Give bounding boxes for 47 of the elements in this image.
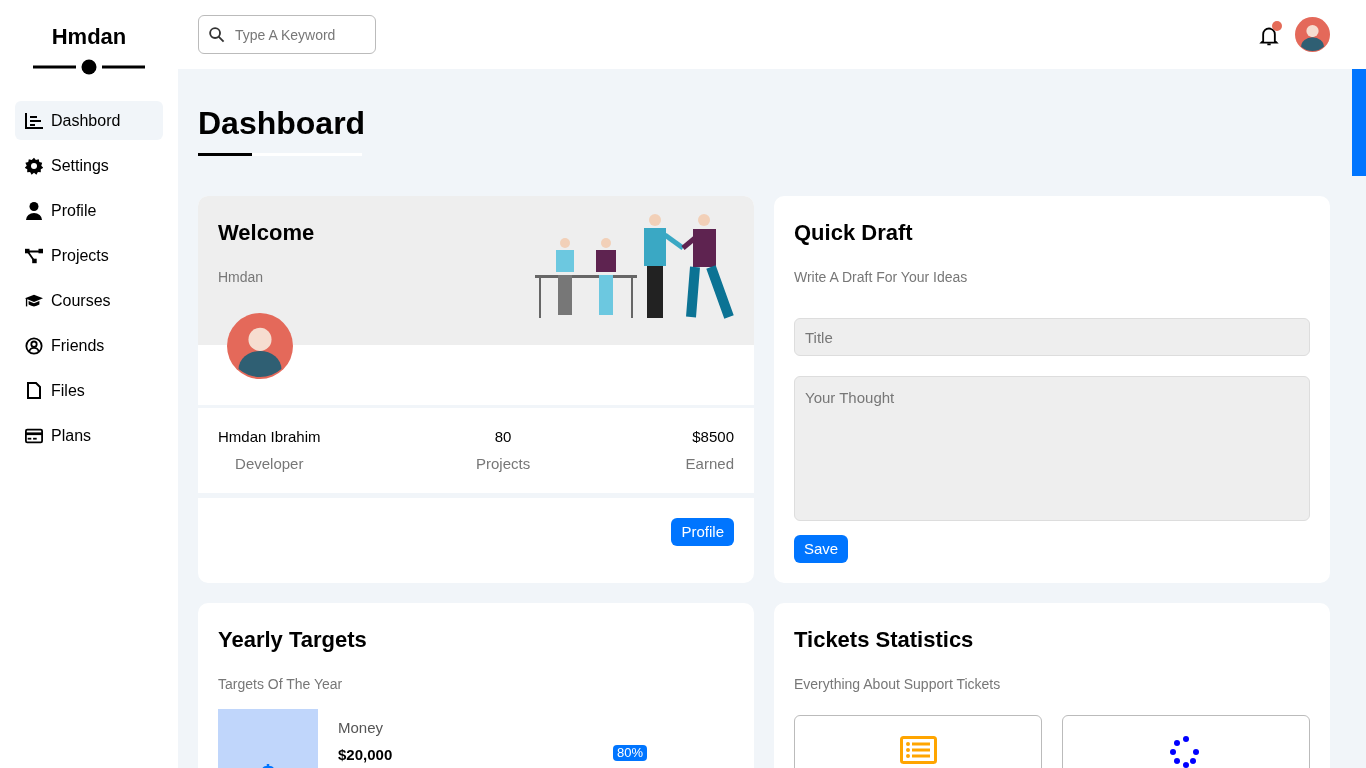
percent-badge: 80% [613, 745, 648, 761]
sidebar-item[interactable]: Courses [15, 281, 163, 320]
page-title: Dashboard [198, 107, 366, 143]
stat-value: $8500 [692, 427, 734, 447]
target-name: Money [338, 718, 385, 738]
file-icon [27, 382, 41, 399]
sidebar-item[interactable]: Projects [15, 236, 163, 275]
avatar-icon[interactable] [1295, 17, 1330, 52]
card-title: Welcome [218, 219, 315, 247]
list-icon [899, 736, 937, 764]
sidebar-item[interactable]: Plans [15, 416, 163, 455]
person-icon [26, 201, 42, 220]
sidebar-item[interactable]: Settings [15, 146, 163, 185]
thought-field[interactable]: Your Thought [794, 376, 1310, 521]
card-subtitle: Everything About Support Tickets [794, 675, 1002, 694]
stat-label: Earned [685, 453, 734, 474]
graduation-cap-icon [25, 292, 43, 309]
stat-label: Developer [235, 453, 304, 474]
spinner-icon [1170, 736, 1202, 768]
sidebar-item[interactable]: Dashbord [15, 101, 163, 140]
card-title: Tickets Statistics [794, 626, 975, 654]
chart-icon [25, 112, 43, 129]
logo-underline-icon [33, 59, 145, 75]
nodes-icon [25, 247, 43, 264]
credit-card-icon [25, 427, 43, 444]
target-amount: $20,000 [338, 745, 393, 764]
avatar-icon [227, 313, 293, 379]
card-subtitle: Hmdan [218, 268, 265, 287]
save-button[interactable]: Save [794, 535, 849, 563]
card-title: Yearly Targets [218, 626, 368, 654]
sidebar-item[interactable]: Profile [15, 191, 163, 230]
settings-icon [25, 156, 43, 175]
stat-value: Hmdan Ibrahim [218, 427, 321, 447]
sidebar-item[interactable]: Files [15, 371, 163, 410]
title-field[interactable]: Title [794, 318, 1310, 357]
search-icon [208, 26, 225, 43]
brand-logo: Hmdan [51, 23, 127, 51]
stat-label: Projects [476, 453, 531, 474]
notification-bell[interactable] [1259, 22, 1281, 47]
user-circle-icon [25, 336, 43, 355]
card-title: Quick Draft [794, 219, 914, 247]
sidebar-item[interactable]: Friends [15, 326, 163, 365]
card-subtitle: Targets Of The Year [218, 675, 344, 694]
stat-value: 80 [494, 427, 512, 447]
profile-button[interactable]: Profile [671, 518, 734, 546]
search-field[interactable]: Type A Keyword [198, 15, 376, 54]
card-subtitle: Write A Draft For Your Ideas [794, 268, 969, 287]
